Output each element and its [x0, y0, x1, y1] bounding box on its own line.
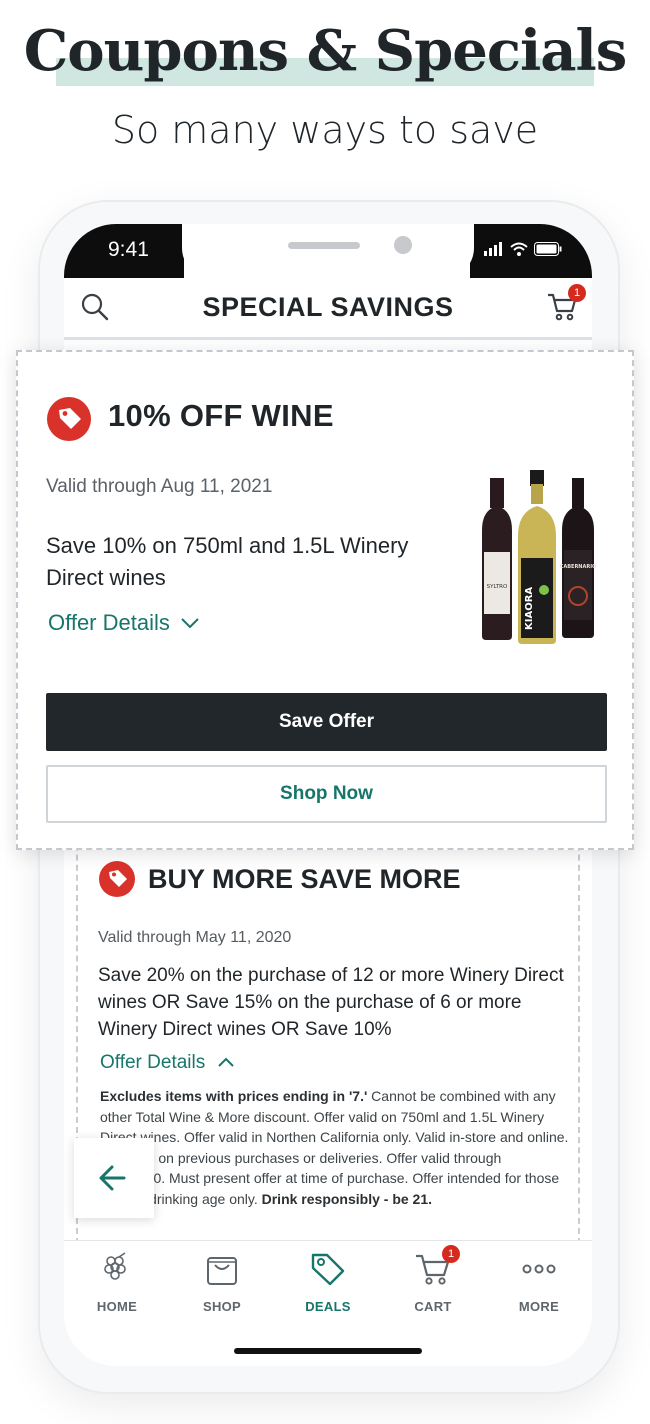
- hero-title: Coupons & Specials: [23, 18, 628, 84]
- hero-subtitle: So many ways to save: [111, 108, 539, 152]
- camera: [394, 236, 412, 254]
- wine-bottle-right: CABERNARIO: [560, 478, 597, 638]
- fine-print-body: Cannot be combined with any other Total …: [100, 1088, 569, 1207]
- secondary-offer-description: Save 20% on the purchase of 12 or more W…: [98, 965, 564, 1040]
- coupon-card-featured: 10% OFF WINE Valid through Aug 11, 2021 …: [16, 350, 634, 850]
- notch: [182, 224, 474, 278]
- tab-cart[interactable]: 1 CART: [380, 1241, 486, 1331]
- chevron-up-icon: [217, 1057, 234, 1067]
- featured-offer-details-toggle[interactable]: Offer Details: [48, 610, 200, 636]
- tab-more-label: MORE: [518, 1299, 560, 1314]
- save-offer-button[interactable]: Save Offer: [46, 693, 607, 751]
- cart-button[interactable]: 1: [546, 284, 586, 327]
- tab-cart-badge: 1: [442, 1245, 460, 1263]
- arrow-left-icon: [99, 1165, 126, 1191]
- grapes-icon: [104, 1252, 126, 1280]
- shop-now-button[interactable]: Shop Now: [46, 765, 607, 823]
- status-time: 9:41: [108, 238, 149, 261]
- cart-count-badge: 1: [568, 284, 586, 302]
- speaker: [288, 242, 360, 249]
- fine-print-bold-start: Excludes items with prices ending in '7.…: [100, 1088, 368, 1104]
- featured-offer-description: Save 10% on 750ml and 1.5L Winery Direct…: [46, 533, 409, 590]
- shopping-bag-icon: [207, 1257, 237, 1285]
- status-icons: [484, 242, 562, 256]
- tab-more[interactable]: MORE: [486, 1241, 592, 1331]
- bottle-label-center: KIAORA: [524, 587, 535, 630]
- tab-shop-label: SHOP: [202, 1299, 242, 1314]
- featured-offer-title: 10% OFF WINE: [108, 398, 334, 433]
- secondary-offer-details-toggle[interactable]: Offer Details: [100, 1052, 235, 1074]
- featured-offer-valid: Valid through Aug 11, 2021: [46, 476, 273, 497]
- back-button[interactable]: [74, 1138, 154, 1218]
- battery-icon: [534, 242, 562, 256]
- secondary-offer-fine-print: Excludes items with prices ending in '7.…: [100, 1086, 570, 1209]
- tab-deals-label: DEALS: [305, 1299, 351, 1314]
- offer-details-label: Offer Details: [100, 1052, 206, 1073]
- secondary-offer-valid: Valid through May 11, 2020: [98, 929, 292, 946]
- bottle-label-right: CABERNARIO: [560, 564, 597, 570]
- tab-deals[interactable]: DEALS: [275, 1241, 381, 1331]
- tab-shop[interactable]: SHOP: [169, 1241, 275, 1331]
- wine-bottle-left: SYLTRO: [482, 478, 512, 640]
- tag-logo-icon: [47, 397, 91, 441]
- bottom-tab-bar: HOME SHOP DEALS 1 CART MORE: [64, 1240, 592, 1330]
- more-dots-icon: [522, 1264, 556, 1274]
- offer-details-label: Offer Details: [48, 610, 170, 635]
- tab-cart-label: CART: [414, 1299, 452, 1314]
- page-title: SPECIAL SAVINGS: [202, 292, 454, 322]
- wine-bottles-image: SYLTRO CABERNARIO KIAORA: [482, 470, 597, 644]
- fine-print-bold-end: Drink responsibly - be 21.: [261, 1190, 433, 1207]
- wifi-icon: [510, 242, 528, 256]
- tab-home[interactable]: HOME: [64, 1241, 170, 1331]
- signal-icon: [484, 242, 502, 256]
- chevron-down-icon: [181, 618, 199, 629]
- tag-logo-icon: [99, 861, 135, 897]
- app-bar: SPECIAL SAVINGS 1: [64, 278, 592, 340]
- tag-icon: [311, 1253, 345, 1286]
- tab-home-label: HOME: [96, 1299, 138, 1314]
- wine-bottle-center: KIAORA: [518, 470, 556, 644]
- secondary-offer-title: BUY MORE SAVE MORE: [148, 864, 461, 894]
- bottle-label-left: SYLTRO: [487, 584, 508, 590]
- home-indicator: [234, 1348, 422, 1354]
